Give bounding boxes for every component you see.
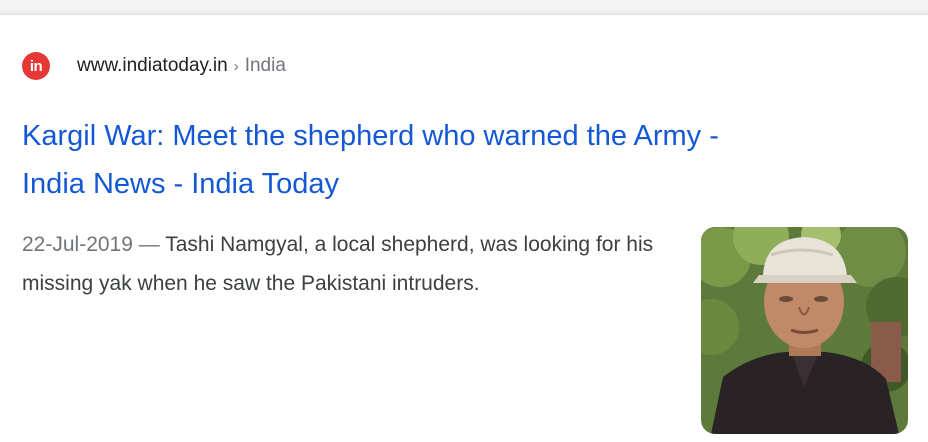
breadcrumb-separator: › (233, 57, 239, 75)
result-source[interactable]: in www.indiatoday.in › India (22, 52, 286, 80)
india-today-favicon-icon: in (22, 52, 50, 80)
result-snippet: 22-Jul-2019 — Tashi Namgyal, a local she… (22, 225, 662, 303)
result-date: 22-Jul-2019 — (22, 233, 160, 256)
photo-of-man-in-cap-icon (701, 227, 908, 434)
result-title-line2[interactable]: India News - India Today (22, 168, 339, 200)
result-thumbnail[interactable] (701, 227, 908, 434)
result-title-line1[interactable]: Kargil War: Meet the shepherd who warned… (22, 120, 719, 152)
result-domain: www.indiatoday.in (77, 55, 228, 76)
breadcrumb: India (244, 55, 286, 76)
result-title-link[interactable]: Kargil War: Meet the shepherd who warned… (22, 112, 912, 208)
